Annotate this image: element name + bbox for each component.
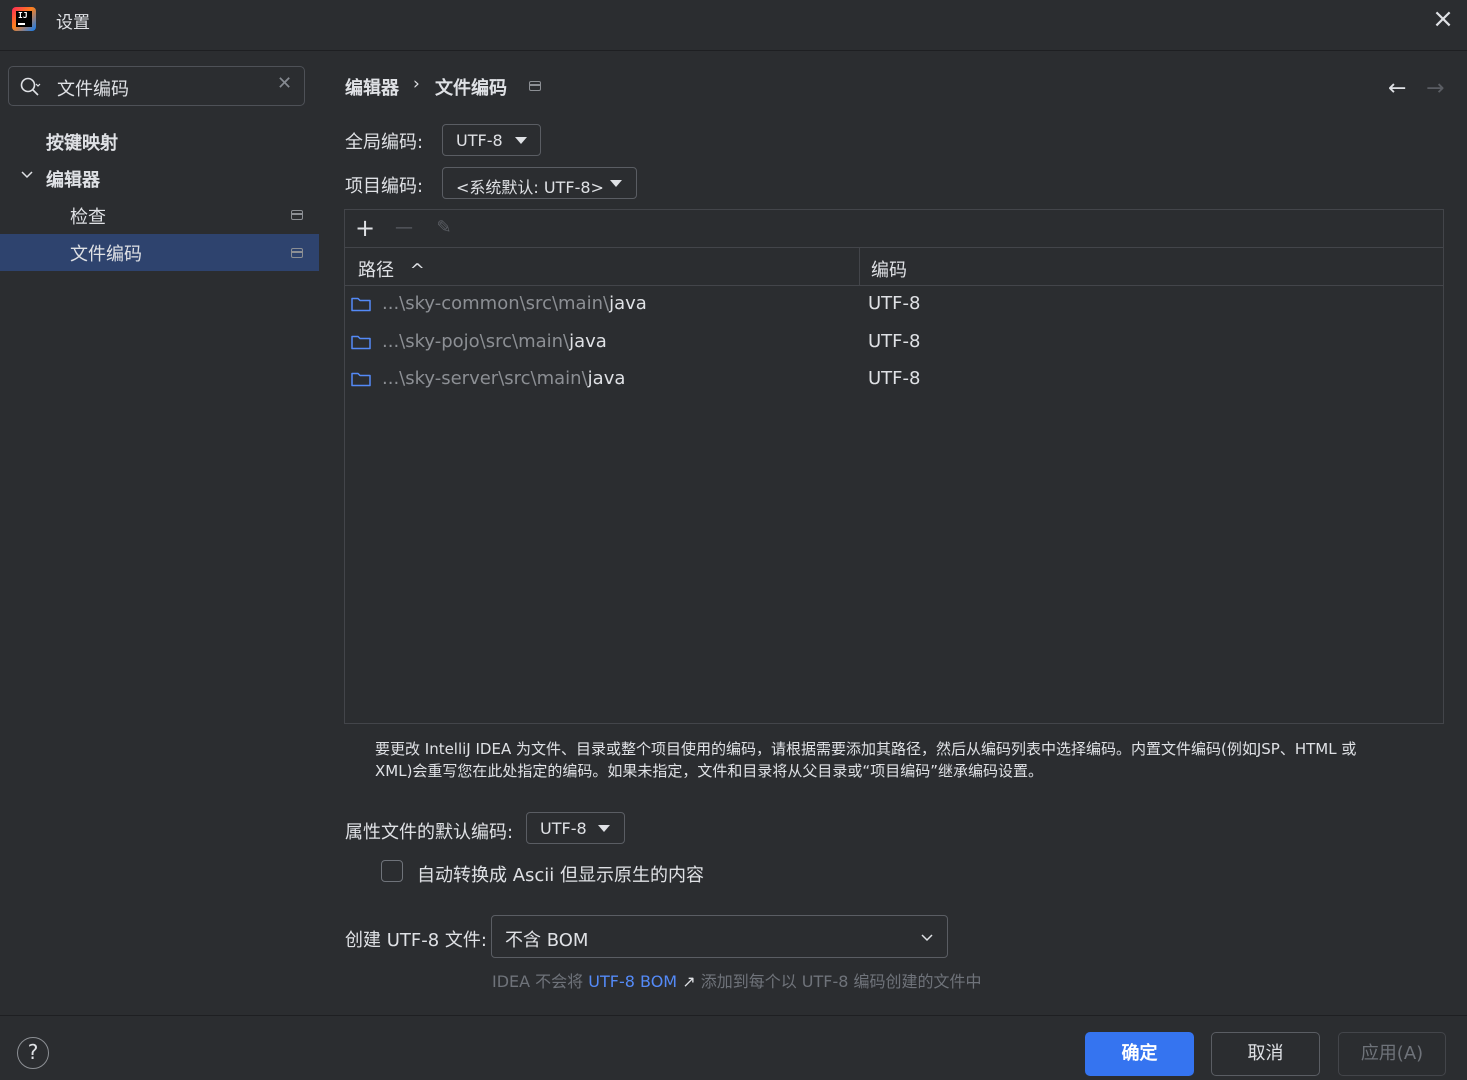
breadcrumb-separator: › (413, 74, 420, 94)
dropdown-arrow-icon (610, 180, 622, 187)
sidebar-item-label: 检查 (70, 207, 106, 228)
properties-encoding-value: UTF-8 (540, 819, 587, 838)
edit-icon[interactable]: ✎ (432, 217, 456, 241)
cancel-button[interactable]: 取消 (1211, 1032, 1320, 1076)
path-cell: ...\sky-pojo\src\main\java (382, 331, 607, 352)
project-encoding-value: <系统默认: UTF-8> (456, 178, 604, 197)
project-encoding-select[interactable]: <系统默认: UTF-8> (442, 167, 637, 199)
search-value: 文件编码 (57, 79, 129, 100)
bom-label: 创建 UTF-8 文件: (345, 930, 487, 951)
apply-button[interactable]: 应用(A) (1338, 1032, 1446, 1076)
footer-divider (0, 1015, 1467, 1016)
folder-icon (351, 335, 371, 350)
utf8-bom-link[interactable]: UTF-8 BOM (588, 972, 677, 991)
clear-search-icon[interactable]: ✕ (277, 73, 292, 94)
title-bar (0, 0, 1467, 51)
encoding-cell[interactable]: UTF-8 (868, 331, 920, 352)
project-scope-icon (529, 81, 541, 91)
encoding-cell[interactable]: UTF-8 (868, 368, 920, 389)
ascii-conversion-label[interactable]: 自动转换成 Ascii 但显示原生的内容 (417, 861, 704, 887)
folder-icon (351, 297, 371, 312)
encoding-cell[interactable]: UTF-8 (868, 293, 920, 314)
help-icon[interactable]: ? (17, 1037, 49, 1069)
sort-ascending-icon: ^ (409, 260, 425, 281)
window-title: 设置 (56, 13, 90, 33)
chevron-down-icon (921, 934, 933, 942)
project-scope-icon (291, 248, 303, 258)
intellij-logo-icon: IJ (12, 7, 36, 31)
sidebar-item-editor[interactable]: 编辑器 (0, 160, 319, 197)
bom-value: 不含 BOM (505, 930, 589, 951)
forward-arrow-icon[interactable]: → (1426, 76, 1444, 101)
project-scope-icon (291, 210, 303, 220)
column-header-encoding[interactable]: 编码 (871, 256, 907, 282)
sidebar-item-label: 编辑器 (46, 170, 100, 191)
table-row[interactable]: ...\sky-pojo\src\main\java UTF-8 (345, 324, 1443, 361)
dropdown-arrow-icon (598, 825, 610, 832)
path-cell: ...\sky-server\src\main\java (382, 368, 626, 389)
page-title: 文件编码 (435, 78, 507, 99)
table-row[interactable]: ...\sky-common\src\main\java UTF-8 (345, 286, 1443, 323)
global-encoding-label: 全局编码: (345, 132, 424, 153)
external-link-icon: ↗ (682, 972, 696, 991)
properties-encoding-label: 属性文件的默认编码: (345, 822, 514, 843)
sidebar-item-inspections[interactable]: 检查 (0, 197, 319, 234)
add-icon[interactable]: + (353, 216, 377, 241)
table-toolbar: + — ✎ (345, 210, 1443, 248)
ok-button[interactable]: 确定 (1085, 1032, 1194, 1076)
table-row[interactable]: ...\sky-server\src\main\java UTF-8 (345, 361, 1443, 398)
global-encoding-value: UTF-8 (456, 131, 503, 150)
bom-hint: IDEA 不会将 UTF-8 BOM ↗ 添加到每个以 UTF-8 编码创建的文… (492, 972, 982, 991)
search-icon (20, 77, 41, 96)
table-header: 路径 ^ 编码 (345, 248, 1443, 286)
sidebar-item-file-encodings[interactable]: 文件编码 (0, 234, 319, 271)
bom-select[interactable]: 不含 BOM (491, 915, 948, 958)
column-divider[interactable] (859, 248, 860, 285)
ascii-conversion-checkbox[interactable] (381, 860, 403, 882)
column-header-path[interactable]: 路径 ^ (358, 256, 425, 282)
sidebar-item-label: 按键映射 (46, 133, 118, 154)
back-arrow-icon[interactable]: ← (1388, 76, 1406, 101)
encoding-description: 要更改 IntelliJ IDEA 为文件、目录或整个项目使用的编码，请根据需要… (375, 740, 1357, 780)
sidebar-item-keymap[interactable]: 按键映射 (0, 123, 319, 160)
global-encoding-select[interactable]: UTF-8 (442, 124, 541, 156)
remove-icon[interactable]: — (392, 217, 416, 241)
dropdown-arrow-icon (515, 137, 527, 144)
properties-encoding-select[interactable]: UTF-8 (526, 812, 625, 844)
settings-search-input[interactable]: 文件编码 ✕ (8, 66, 305, 106)
project-encoding-label: 项目编码: (345, 176, 424, 197)
folder-icon (351, 372, 371, 387)
path-cell: ...\sky-common\src\main\java (382, 293, 647, 314)
chevron-down-icon[interactable] (20, 168, 34, 182)
path-encoding-table: + — ✎ 路径 ^ 编码 ...\sky-common\src\main\ja… (344, 209, 1444, 724)
close-icon[interactable]: × (1430, 6, 1456, 32)
sidebar-item-label: 文件编码 (70, 244, 142, 265)
breadcrumb-parent[interactable]: 编辑器 (345, 74, 399, 100)
